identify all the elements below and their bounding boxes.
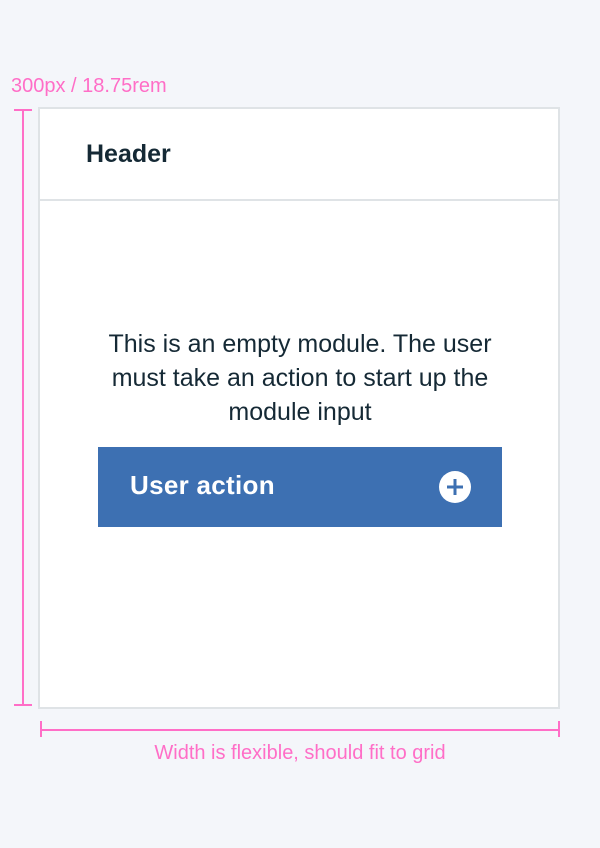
user-action-button[interactable]: User action bbox=[98, 447, 502, 527]
module-title: Header bbox=[86, 140, 171, 168]
height-annotation: 300px / 18.75rem bbox=[11, 75, 167, 97]
width-measure-cap-right bbox=[558, 721, 560, 737]
width-measure-line bbox=[40, 729, 560, 731]
empty-module-card: Header This is an empty module. The user… bbox=[38, 107, 560, 709]
user-action-label: User action bbox=[130, 470, 275, 500]
empty-state-message: This is an empty module. The user must t… bbox=[108, 330, 492, 426]
add-circle-icon bbox=[439, 471, 471, 503]
module-body: This is an empty module. The user must t… bbox=[40, 201, 558, 707]
height-measure-cap-bottom bbox=[14, 704, 32, 706]
height-measure-line bbox=[22, 110, 24, 705]
width-annotation: Width is flexible, should fit to grid bbox=[154, 742, 446, 764]
module-header: Header bbox=[40, 109, 558, 201]
